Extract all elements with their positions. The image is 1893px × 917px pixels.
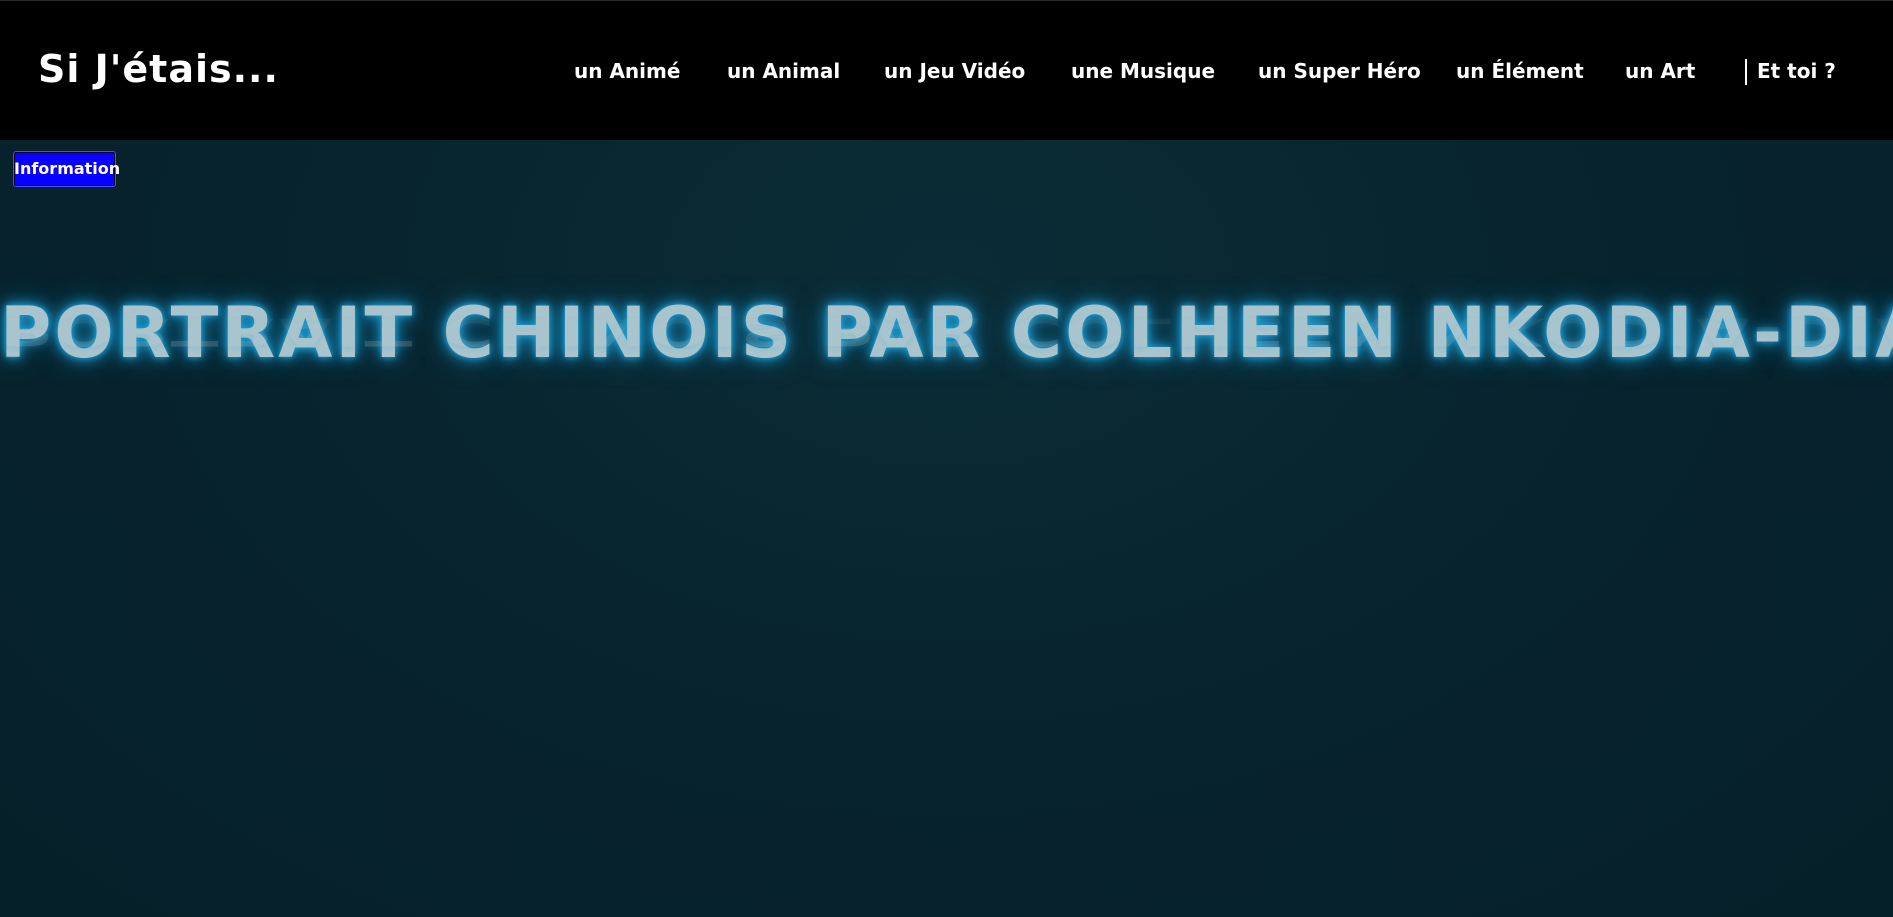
nav-item-element[interactable]: un Élément xyxy=(1456,59,1584,83)
page: Si J'étais... un Animé un Animal un Jeu … xyxy=(0,0,1893,917)
top-navigation-bar: Si J'étais... un Animé un Animal un Jeu … xyxy=(0,0,1893,140)
nav-item-super-hero[interactable]: un Super Héro xyxy=(1258,59,1421,83)
nav-item-art[interactable]: un Art xyxy=(1625,59,1695,83)
hero-title-reflection: PORTRAIT CHINOIS PAR COLHEEN NKODIA-DIAB… xyxy=(0,308,1893,354)
nav-item-et-toi[interactable]: Et toi ? xyxy=(1757,59,1836,83)
information-button[interactable]: Information xyxy=(13,151,120,187)
nav-item-musique[interactable]: une Musique xyxy=(1071,59,1215,83)
nav-item-animal[interactable]: un Animal xyxy=(727,59,840,83)
main-nav: un Animé un Animal un Jeu Vidéo une Musi… xyxy=(0,1,1893,141)
nav-divider xyxy=(1745,59,1747,85)
nav-item-anime[interactable]: un Animé xyxy=(574,59,680,83)
nav-item-jeu-video[interactable]: un Jeu Vidéo xyxy=(884,59,1025,83)
hero-section: PORTRAIT CHINOIS PAR COLHEEN NKODIA-DIAB… xyxy=(0,292,1893,442)
